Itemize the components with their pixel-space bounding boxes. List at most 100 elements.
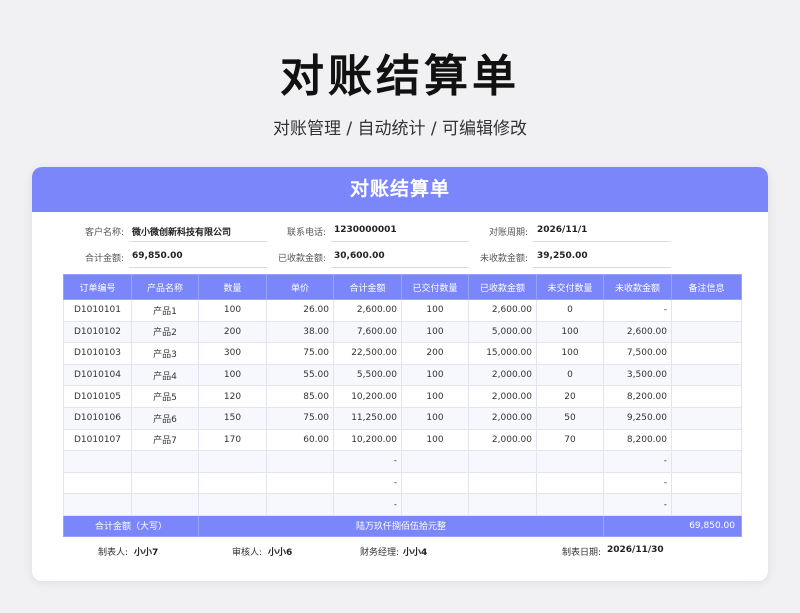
cell-total[interactable]: - [333,471,402,495]
reviewer-value[interactable]: 小小6 [268,545,292,558]
cell-unit-price[interactable]: 38.00 [266,320,334,344]
cell-received[interactable]: 2,000.00 [468,385,537,408]
cell-received[interactable]: 2,000.00 [468,428,537,452]
preparer-value[interactable]: 小小7 [134,545,158,558]
cell-product[interactable]: 产品2 [131,320,199,344]
cell-delivered[interactable] [401,471,469,495]
cell-order-no[interactable]: D1010103 [63,342,132,365]
cell-undelivered[interactable]: 70 [536,428,604,452]
cell-unreceived[interactable]: 7,500.00 [603,342,672,365]
cell-undelivered[interactable]: 50 [536,406,604,430]
cell-order-no[interactable]: D1010104 [63,363,132,387]
cell-delivered[interactable]: 100 [401,428,469,452]
cell-order-no[interactable] [63,493,132,516]
cell-product[interactable]: 产品4 [131,363,199,387]
cell-product[interactable]: 产品7 [131,428,199,452]
cell-undelivered[interactable]: 0 [536,299,604,322]
cell-quantity[interactable] [198,493,267,516]
cell-product[interactable] [131,493,199,516]
cell-product[interactable]: 产品6 [131,406,199,430]
cell-quantity[interactable]: 100 [198,299,267,322]
cell-undelivered[interactable]: 20 [536,385,604,408]
cell-order-no[interactable]: D1010101 [63,299,132,322]
cell-delivered[interactable] [401,450,469,473]
cell-remarks[interactable] [671,299,742,322]
cell-delivered[interactable]: 100 [401,385,469,408]
cell-remarks[interactable] [671,406,742,430]
cell-unreceived[interactable]: - [603,299,672,322]
cell-unreceived[interactable]: 3,500.00 [603,363,672,387]
cell-order-no[interactable]: D1010102 [63,320,132,344]
cell-total[interactable]: 10,200.00 [333,385,402,408]
cell-order-no[interactable]: D1010106 [63,406,132,430]
cell-unreceived[interactable]: 8,200.00 [603,428,672,452]
cell-received[interactable] [468,471,537,495]
cell-quantity[interactable]: 150 [198,406,267,430]
cell-unit-price[interactable]: 26.00 [266,299,334,322]
cell-undelivered[interactable] [536,450,604,473]
cell-product[interactable] [131,471,199,495]
cell-order-no[interactable] [63,450,132,473]
cell-product[interactable]: 产品5 [131,385,199,408]
cell-quantity[interactable]: 100 [198,363,267,387]
cell-quantity[interactable]: 120 [198,385,267,408]
cell-undelivered[interactable]: 0 [536,363,604,387]
cell-received[interactable]: 2,000.00 [468,406,537,430]
cell-delivered[interactable]: 100 [401,299,469,322]
cell-remarks[interactable] [671,363,742,387]
cell-order-no[interactable]: D1010107 [63,428,132,452]
cell-unit-price[interactable]: 75.00 [266,342,334,365]
cell-unreceived[interactable]: 2,600.00 [603,320,672,344]
cell-total[interactable]: 22,500.00 [333,342,402,365]
cell-remarks[interactable] [671,342,742,365]
period-value[interactable]: 2026/11/1 [537,225,587,235]
cell-product[interactable] [131,450,199,473]
cell-remarks[interactable] [671,428,742,452]
cell-unit-price[interactable]: 85.00 [266,385,334,408]
cell-total[interactable]: 11,250.00 [333,406,402,430]
cell-quantity[interactable]: 300 [198,342,267,365]
cell-unreceived[interactable]: 8,200.00 [603,385,672,408]
cell-quantity[interactable] [198,450,267,473]
cell-undelivered[interactable] [536,471,604,495]
cell-order-no[interactable]: D1010105 [63,385,132,408]
cell-unit-price[interactable] [266,493,334,516]
cell-unit-price[interactable]: 75.00 [266,406,334,430]
cell-received[interactable]: 15,000.00 [468,342,537,365]
cell-remarks[interactable] [671,471,742,495]
cell-delivered[interactable]: 100 [401,320,469,344]
cell-remarks[interactable] [671,385,742,408]
cell-remarks[interactable] [671,493,742,516]
cell-unit-price[interactable] [266,450,334,473]
customer-value[interactable]: 微小微创新科技有限公司 [132,225,231,238]
cell-unit-price[interactable] [266,471,334,495]
cell-undelivered[interactable] [536,493,604,516]
phone-value[interactable]: 1230000001 [334,225,397,235]
cell-unreceived[interactable]: - [603,493,672,516]
cell-quantity[interactable]: 170 [198,428,267,452]
cell-quantity[interactable] [198,471,267,495]
cell-unit-price[interactable]: 60.00 [266,428,334,452]
cell-order-no[interactable] [63,471,132,495]
cell-undelivered[interactable]: 100 [536,320,604,344]
cell-delivered[interactable]: 200 [401,342,469,365]
cell-unreceived[interactable]: 9,250.00 [603,406,672,430]
cell-received[interactable] [468,450,537,473]
cell-unit-price[interactable]: 55.00 [266,363,334,387]
cell-total[interactable]: 7,600.00 [333,320,402,344]
cell-remarks[interactable] [671,320,742,344]
cell-received[interactable] [468,493,537,516]
date-value[interactable]: 2026/11/30 [607,545,664,555]
cell-unreceived[interactable]: - [603,450,672,473]
cell-product[interactable]: 产品3 [131,342,199,365]
cell-received[interactable]: 2,600.00 [468,299,537,322]
cell-delivered[interactable]: 100 [401,363,469,387]
cell-unreceived[interactable]: - [603,471,672,495]
cell-received[interactable]: 5,000.00 [468,320,537,344]
cell-total[interactable]: - [333,493,402,516]
cell-received[interactable]: 2,000.00 [468,363,537,387]
cell-total[interactable]: 10,200.00 [333,428,402,452]
cell-total[interactable]: 2,600.00 [333,299,402,322]
cell-delivered[interactable]: 100 [401,406,469,430]
cell-delivered[interactable] [401,493,469,516]
